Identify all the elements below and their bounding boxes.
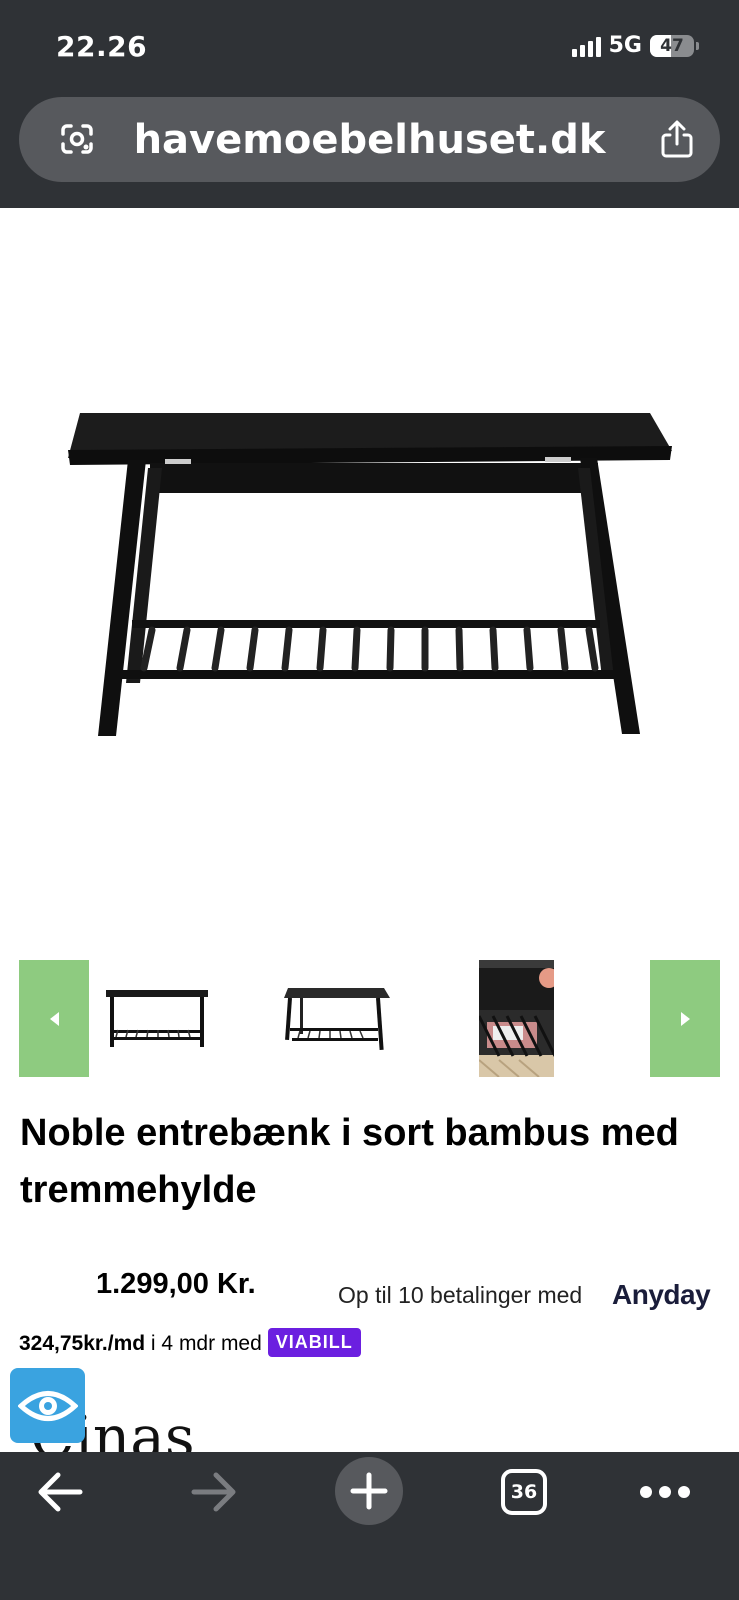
browser-bottom-bar: 36 [0, 1452, 739, 1600]
anyday-logo[interactable]: Anyday [612, 1279, 711, 1311]
thumbnail-carousel [0, 960, 739, 1077]
status-time: 22.26 [56, 30, 148, 63]
chevron-left-icon [49, 1011, 59, 1026]
anyday-installment-text: Op til 10 betalinger med [338, 1282, 583, 1308]
product-main-image[interactable] [0, 208, 739, 948]
carousel-prev-button[interactable] [19, 960, 89, 1077]
network-type: 5G [608, 33, 642, 58]
accessibility-button[interactable] [10, 1368, 85, 1443]
product-title: Noble entrebænk i sort bambus med tremme… [20, 1112, 679, 1211]
viabill-logo[interactable]: VIABILL [267, 1328, 361, 1357]
tab-switcher-button[interactable]: 36 [501, 1469, 547, 1515]
share-icon[interactable] [659, 119, 695, 159]
url-text[interactable]: havemoebelhuset.dk [19, 117, 720, 163]
new-tab-button[interactable] [335, 1457, 403, 1525]
back-arrow-icon[interactable] [36, 1470, 84, 1514]
monthly-terms: i 4 mdr med [145, 1332, 262, 1356]
signal-icon [571, 35, 601, 57]
viabill-installment: 324,75kr./md i 4 mdr med VIABILL [19, 1328, 361, 1359]
address-bar[interactable]: havemoebelhuset.dk [19, 97, 720, 182]
chevron-right-icon [680, 1011, 690, 1026]
status-indicators: 5G 47 [571, 33, 699, 58]
thumbnail-3[interactable] [479, 960, 554, 1077]
battery-percent: 47 [660, 35, 684, 56]
forward-arrow-icon[interactable] [190, 1470, 238, 1514]
thumbnail-1[interactable] [100, 960, 215, 1077]
plus-icon [350, 1472, 388, 1510]
eye-icon [17, 1390, 78, 1421]
more-dots-icon[interactable] [640, 1486, 690, 1498]
product-price: 1.299,00 Kr. [96, 1268, 256, 1300]
carousel-next-button[interactable] [650, 960, 720, 1077]
battery-icon: 47 [650, 34, 694, 57]
browser-toolbar: havemoebelhuset.dk [0, 92, 739, 208]
thumbnail-2[interactable] [280, 960, 395, 1077]
status-bar: 22.26 5G 47 [0, 0, 739, 92]
monthly-amount: 324,75kr./md [19, 1332, 146, 1356]
bench-illustration [68, 413, 672, 736]
